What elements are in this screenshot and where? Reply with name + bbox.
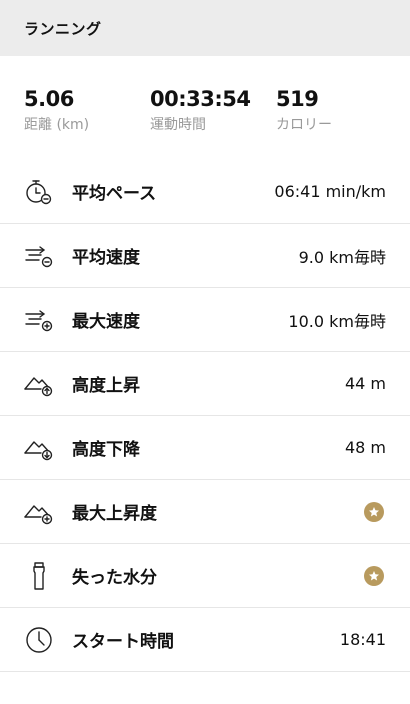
- stat-row-average-pace: 平均ペース 06:41 min/km: [0, 160, 410, 224]
- stat-label: 失った水分: [72, 568, 157, 588]
- stat-row-max-climb: 最大上昇度: [0, 480, 410, 544]
- calories-label: カロリー: [276, 117, 332, 133]
- stat-row-elevation-gain: 高度上昇 44 m: [0, 352, 410, 416]
- duration-value: 00:33:54: [150, 87, 251, 111]
- stat-row-max-speed: 最大速度 10.0 km毎時: [0, 288, 410, 352]
- star-icon[interactable]: [364, 565, 384, 586]
- stat-label: 平均速度: [72, 248, 140, 268]
- stat-value: 06:41 min/km: [274, 182, 386, 201]
- stats-list: 平均ペース 06:41 min/km 平均速度 9.0 km毎時 最大速度 10…: [0, 160, 410, 672]
- stopwatch-icon: [22, 177, 56, 207]
- stat-label: 最大速度: [72, 312, 140, 332]
- stat-value: 9.0 km毎時: [298, 247, 386, 267]
- distance-value: 5.06: [24, 87, 74, 111]
- stat-row-start-time: スタート時間 18:41: [0, 608, 410, 672]
- calories-value: 519: [276, 87, 319, 111]
- stat-label: スタート時間: [72, 632, 174, 652]
- elevation-up-icon: [22, 369, 56, 399]
- stat-label: 高度下降: [72, 440, 140, 460]
- duration-label: 運動時間: [150, 117, 206, 133]
- stat-label: 最大上昇度: [72, 504, 157, 524]
- stat-row-elevation-loss: 高度下降 48 m: [0, 416, 410, 480]
- speed-average-icon: [22, 241, 56, 271]
- page-title: ランニング: [24, 19, 102, 38]
- duration-stat: 00:33:54 運動時間: [150, 86, 251, 134]
- clock-icon: [22, 625, 56, 655]
- mountain-max-icon: [22, 497, 56, 527]
- star-icon[interactable]: [364, 501, 384, 522]
- stat-value: 10.0 km毎時: [288, 311, 386, 331]
- summary-panel: 5.06 距離 (km) 00:33:54 運動時間 519 カロリー: [0, 56, 410, 160]
- distance-stat: 5.06 距離 (km): [24, 86, 89, 134]
- stat-value: 44 m: [344, 374, 386, 393]
- stat-value: 18:41: [339, 630, 386, 649]
- elevation-down-icon: [22, 433, 56, 463]
- stat-label: 高度上昇: [72, 376, 140, 396]
- water-bottle-icon: [22, 561, 56, 591]
- calories-stat: 519 カロリー: [276, 86, 332, 134]
- app-header: ランニング: [0, 0, 410, 56]
- stat-value: 48 m: [344, 438, 386, 457]
- stat-row-average-speed: 平均速度 9.0 km毎時: [0, 224, 410, 288]
- distance-label: 距離 (km): [24, 117, 90, 133]
- stat-label: 平均ペース: [72, 184, 157, 204]
- speed-max-icon: [22, 305, 56, 335]
- stat-row-water-lost: 失った水分: [0, 544, 410, 608]
